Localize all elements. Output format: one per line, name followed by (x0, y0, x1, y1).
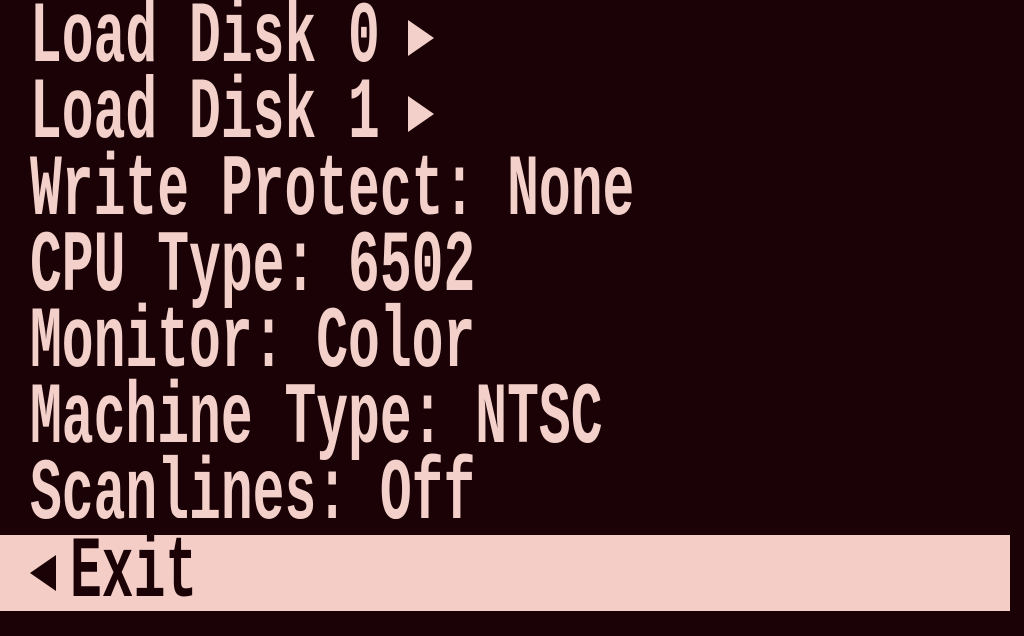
triangle-right-icon (407, 20, 434, 56)
menu-item-label: Exit (70, 523, 198, 623)
menu-item-exit[interactable]: Exit (0, 524, 1010, 623)
triangle-right-icon (407, 96, 434, 132)
triangle-left-icon (30, 555, 56, 591)
